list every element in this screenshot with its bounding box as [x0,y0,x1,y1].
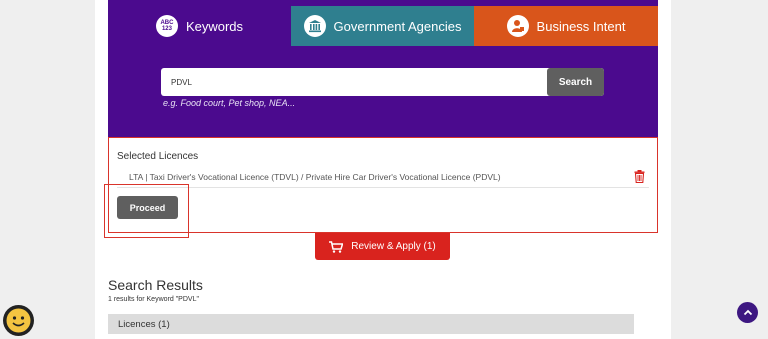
abc-123-icon: ABC 123 [155,15,178,37]
selected-licences-title: Selected Licences [117,151,199,162]
review-apply-label: Review & Apply (1) [351,241,436,252]
tab-government-agencies-label: Government Agencies [333,18,462,34]
licences-section-label: Licences (1) [118,319,170,330]
selected-licence-text: LTA | Taxi Driver's Vocational Licence (… [129,172,501,182]
search-button[interactable]: Search [547,68,604,96]
business-person-icon [506,15,529,37]
search-box: Search [161,68,604,96]
chat-button[interactable] [3,305,34,336]
selected-licence-row: LTA | Taxi Driver's Vocational Licence (… [117,167,649,188]
tab-keywords[interactable]: ABC 123 Keywords [108,6,291,46]
search-results-count: 1 results for Keyword "PDVL" [108,296,199,303]
chevron-up-icon [743,309,752,315]
tab-keywords-label: Keywords [185,18,244,34]
government-building-icon [303,15,326,37]
proceed-button[interactable]: Proceed [117,196,178,219]
search-input[interactable] [161,68,541,96]
smiley-face-icon [6,308,31,333]
tab-business-intent-label: Business Intent [536,18,626,34]
review-apply-button[interactable]: Review & Apply (1) [315,233,450,260]
trash-icon[interactable] [634,170,645,183]
search-hint: e.g. Food court, Pet shop, NEA... [163,98,296,108]
tab-government-agencies[interactable]: Government Agencies [291,6,474,46]
scroll-to-top-button[interactable] [737,302,758,323]
licences-section-header[interactable]: Licences (1) [108,314,634,334]
search-tabs: ABC 123 Keywords Government Agencies Busi… [108,6,658,46]
cart-icon [329,240,344,253]
tab-business-intent[interactable]: Business Intent [474,6,658,46]
search-results-title: Search Results [108,277,203,293]
